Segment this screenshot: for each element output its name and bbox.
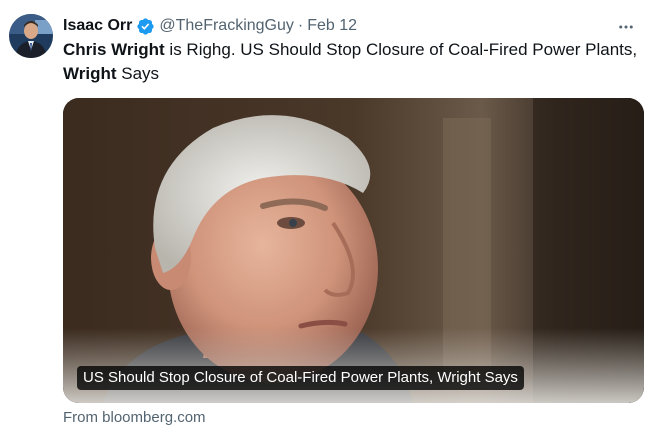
header-separator: · <box>297 17 304 34</box>
tweet[interactable]: Isaac Orr @TheFrackingGuy · Feb 12 Chris… <box>0 0 660 428</box>
author-avatar[interactable] <box>9 14 53 58</box>
tweet-text-bold-name-2: Wright <box>63 64 117 83</box>
link-card[interactable]: US Should Stop Closure of Coal-Fired Pow… <box>63 98 644 403</box>
author-handle[interactable]: @TheFrackingGuy <box>159 16 294 36</box>
tweet-date[interactable]: Feb 12 <box>307 16 357 36</box>
tweet-text-bold-name: Chris Wright <box>63 40 165 59</box>
tweet-header: Isaac Orr @TheFrackingGuy · Feb 12 <box>63 14 646 38</box>
author-display-name[interactable]: Isaac Orr <box>63 16 132 36</box>
verified-badge-icon[interactable] <box>136 17 155 36</box>
tweet-text-part: is Righg. US Should Stop Closure of Coal… <box>164 40 638 59</box>
card-caption: US Should Stop Closure of Coal-Fired Pow… <box>77 366 524 390</box>
avatar-photo <box>9 14 53 58</box>
card-source-link[interactable]: From bloomberg.com <box>63 408 206 428</box>
more-dots-icon[interactable] <box>614 15 638 39</box>
card-photo <box>63 98 644 403</box>
tweet-text-part-2: Says <box>116 64 160 83</box>
tweet-text: Chris Wright is Righg. US Should Stop Cl… <box>63 38 651 86</box>
